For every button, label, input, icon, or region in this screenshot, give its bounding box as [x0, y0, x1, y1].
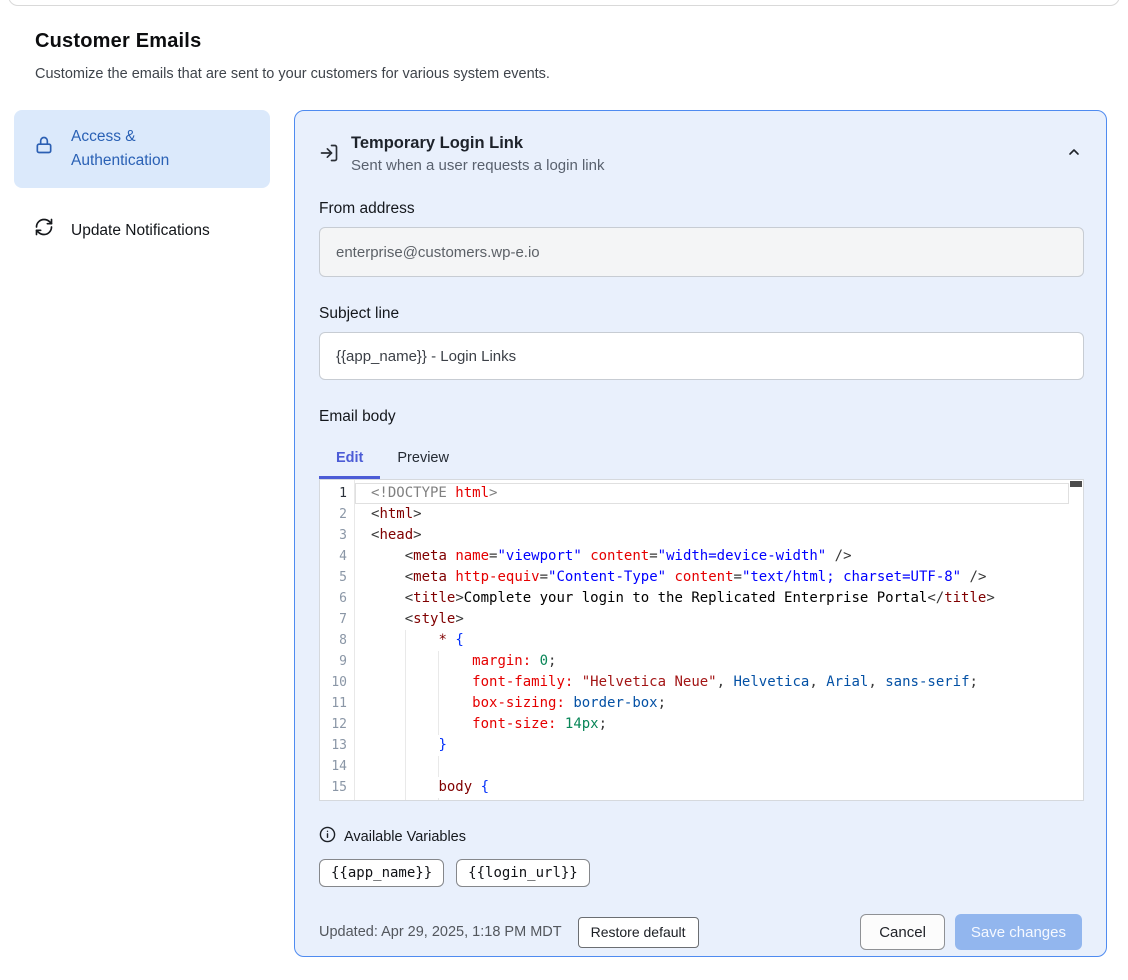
- page-title: Customer Emails: [35, 30, 201, 53]
- save-changes-button[interactable]: Save changes: [955, 914, 1082, 950]
- panel-header-text: Temporary Login Link Sent when a user re…: [351, 134, 604, 174]
- code-line: * {: [355, 630, 1069, 651]
- code-line: font-size: 14px;: [355, 714, 1069, 735]
- code-line: margin: 0;: [355, 651, 1069, 672]
- code-line: <head>: [355, 525, 1069, 546]
- editor-scrollbar-thumb[interactable]: [1070, 481, 1082, 487]
- line-number: 14: [320, 756, 354, 777]
- indent-guide: [438, 672, 439, 693]
- available-variables-label: Available Variables: [344, 829, 466, 845]
- lock-icon: [34, 135, 54, 163]
- code-line: <meta name="viewport" content="width=dev…: [355, 546, 1069, 567]
- collapse-button[interactable]: [1066, 144, 1082, 163]
- sidebar: Access & Authentication Update Notificat…: [14, 110, 270, 257]
- line-number: 10: [320, 672, 354, 693]
- line-number: 11: [320, 693, 354, 714]
- restore-default-button[interactable]: Restore default: [578, 917, 699, 948]
- from-address-label: From address: [319, 200, 1082, 218]
- line-number: 2: [320, 504, 354, 525]
- code-line: <meta http-equiv="Content-Type" content=…: [355, 567, 1069, 588]
- line-number: 8: [320, 630, 354, 651]
- line-number: 9: [320, 651, 354, 672]
- line-number: 6: [320, 588, 354, 609]
- page-subtitle: Customize the emails that are sent to yo…: [35, 66, 550, 82]
- variable-chip-app-name[interactable]: {{app_name}}: [319, 859, 444, 887]
- panel-title: Temporary Login Link: [351, 134, 604, 153]
- indent-guide: [405, 777, 406, 798]
- code-line: box-sizing: border-box;: [355, 693, 1069, 714]
- email-body-label: Email body: [319, 408, 1082, 426]
- sidebar-item-label: Access & Authentication: [71, 125, 221, 173]
- indent-guide: [405, 798, 406, 800]
- line-number: 16: [320, 798, 354, 801]
- available-variables-row: Available Variables: [319, 826, 1082, 848]
- subject-line-input[interactable]: [319, 332, 1084, 380]
- tab-edit[interactable]: Edit: [319, 439, 380, 476]
- email-body-tabs: Edit Preview: [319, 439, 1082, 476]
- code-line: <title>Complete your login to the Replic…: [355, 588, 1069, 609]
- code-line: <!DOCTYPE html>: [355, 483, 1069, 504]
- line-number: 15: [320, 777, 354, 798]
- indent-guide: [438, 798, 439, 800]
- from-address-input[interactable]: [319, 227, 1084, 277]
- email-body-code-editor[interactable]: 12345678910111213141516 <!DOCTYPE html><…: [319, 479, 1084, 801]
- line-number: 5: [320, 567, 354, 588]
- panel-footer: Updated: Apr 29, 2025, 1:18 PM MDT Resto…: [319, 914, 1082, 950]
- indent-guide: [405, 756, 406, 777]
- indent-guide: [405, 651, 406, 672]
- previous-card-bottom-edge: [8, 0, 1120, 6]
- panel-subtitle: Sent when a user requests a login link: [351, 157, 604, 174]
- line-number: 13: [320, 735, 354, 756]
- info-icon: [319, 826, 336, 848]
- code-line: [355, 756, 1069, 777]
- indent-guide: [438, 756, 439, 777]
- line-number: 7: [320, 609, 354, 630]
- code-line: }: [355, 735, 1069, 756]
- updated-timestamp: Updated: Apr 29, 2025, 1:18 PM MDT: [319, 924, 562, 940]
- indent-guide: [405, 735, 406, 756]
- chevron-up-icon: [1066, 148, 1082, 163]
- sidebar-item-label: Update Notifications: [71, 219, 210, 243]
- line-number: 3: [320, 525, 354, 546]
- tab-preview[interactable]: Preview: [380, 439, 466, 476]
- variable-chips: {{app_name}} {{login_url}}: [319, 859, 1082, 887]
- line-number: 1: [320, 483, 354, 504]
- indent-guide: [405, 630, 406, 651]
- indent-guide: [405, 672, 406, 693]
- line-number: 4: [320, 546, 354, 567]
- indent-guide: [438, 714, 439, 735]
- indent-guide: [405, 693, 406, 714]
- login-icon: [319, 143, 339, 168]
- code-line: font-family: "Helvetica Neue", Helvetica…: [355, 672, 1069, 693]
- refresh-icon: [34, 217, 54, 245]
- cancel-button[interactable]: Cancel: [860, 914, 945, 950]
- panel-header: Temporary Login Link Sent when a user re…: [319, 134, 1082, 174]
- code-line: <style>: [355, 609, 1069, 630]
- email-template-panel: Temporary Login Link Sent when a user re…: [294, 110, 1107, 957]
- code-line: body {: [355, 777, 1069, 798]
- indent-guide: [405, 714, 406, 735]
- indent-guide: [438, 693, 439, 714]
- editor-code-lines: <!DOCTYPE html><html><head> <meta name="…: [355, 480, 1083, 800]
- sidebar-item-update-notifications[interactable]: Update Notifications: [14, 205, 270, 257]
- subject-line-label: Subject line: [319, 305, 1082, 323]
- code-line: background-color: #ffffff;: [355, 798, 1069, 800]
- code-line: <html>: [355, 504, 1069, 525]
- line-number: 12: [320, 714, 354, 735]
- sidebar-item-access-authentication[interactable]: Access & Authentication: [14, 110, 270, 188]
- variable-chip-login-url[interactable]: {{login_url}}: [456, 859, 590, 887]
- indent-guide: [438, 651, 439, 672]
- editor-gutter: 12345678910111213141516: [320, 480, 355, 800]
